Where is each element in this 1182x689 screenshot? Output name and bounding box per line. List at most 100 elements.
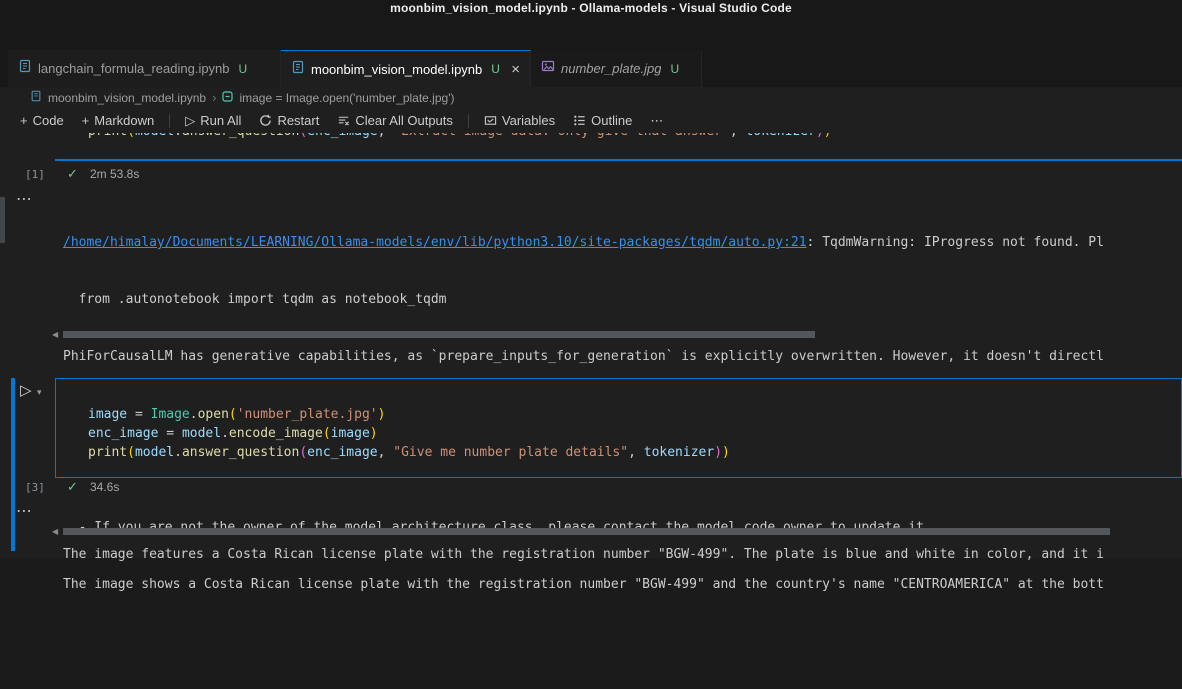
breadcrumb: moonbim_vision_model.ipynb › image = Ima… xyxy=(0,87,1182,108)
outline-icon xyxy=(573,114,586,127)
output-options-icon[interactable]: ⋯ xyxy=(16,192,33,208)
text-token: . xyxy=(221,426,229,441)
text-token: , xyxy=(730,133,746,139)
button-label: Variables xyxy=(502,113,555,128)
breadcrumb-symbol[interactable]: image = Image.open('number_plate.jpg') xyxy=(239,91,454,105)
text-token: The image features a Costa Rican license… xyxy=(63,547,1104,562)
restart-button[interactable]: Restart xyxy=(251,111,327,130)
run-all-button[interactable]: ▷ Run All xyxy=(177,111,249,130)
output-options-icon[interactable]: ⋯ xyxy=(16,504,33,520)
text-token: answer_question xyxy=(182,133,299,139)
text-token: enc_image xyxy=(88,426,158,441)
text-token: image xyxy=(331,426,370,441)
output-link[interactable]: /home/himalay/Documents/LEARNING/Ollama-… xyxy=(63,235,807,250)
chevron-right-icon: › xyxy=(212,90,216,105)
scroll-left-icon[interactable]: ◀ xyxy=(52,528,58,536)
output-line: from .autonotebook import tqdm as notebo… xyxy=(63,290,1104,309)
play-icon: ▷ xyxy=(185,114,195,127)
text-token: 'Extract image data: only give that answ… xyxy=(393,133,730,139)
git-untracked-badge: U xyxy=(491,62,500,76)
clear-all-outputs-button[interactable]: Clear All Outputs xyxy=(329,111,461,130)
text-token: ( xyxy=(323,426,331,441)
ellipsis-icon: ⋯ xyxy=(650,114,663,127)
chevron-down-icon[interactable]: ▾ xyxy=(37,388,42,397)
button-label: Outline xyxy=(591,113,632,128)
variables-button[interactable]: Variables xyxy=(476,111,563,130)
execution-duration: 34.6s xyxy=(90,480,119,494)
add-markdown-button[interactable]: + Markdown xyxy=(74,111,163,130)
add-code-button[interactable]: + Code xyxy=(12,111,72,130)
text-token: enc_image xyxy=(307,133,377,139)
output-line: /home/himalay/Documents/LEARNING/Ollama-… xyxy=(63,233,1104,252)
notebook-icon xyxy=(291,60,305,79)
more-actions-button[interactable]: ⋯ xyxy=(642,112,671,129)
text-token: ) xyxy=(824,133,832,139)
tab-langchain-formula-reading[interactable]: langchain_formula_reading.ipynb U xyxy=(8,50,281,87)
notebook-icon xyxy=(30,90,42,105)
text-token: encode_image xyxy=(229,426,323,441)
text-token: from .autonotebook import tqdm as notebo… xyxy=(63,292,447,307)
scrollbar-fragment[interactable] xyxy=(0,197,5,243)
plus-icon: + xyxy=(20,114,28,127)
text-token: print xyxy=(88,133,127,139)
breadcrumb-file[interactable]: moonbim_vision_model.ipynb xyxy=(48,91,206,105)
text-token: , xyxy=(378,445,394,460)
tab-label: langchain_formula_reading.ipynb xyxy=(38,61,230,76)
text-token: 'number_plate.jpg' xyxy=(237,407,378,422)
text-token: ) xyxy=(722,445,730,460)
text-token: PhiForCausalLM has generative capabiliti… xyxy=(63,349,1104,364)
git-untracked-badge: U xyxy=(239,62,248,76)
clear-all-icon xyxy=(337,114,350,127)
scrollbar-thumb[interactable] xyxy=(63,528,1110,535)
variables-icon xyxy=(484,114,497,127)
text-token: ) xyxy=(370,426,378,441)
text-token: . xyxy=(174,445,182,460)
close-icon[interactable]: × xyxy=(511,62,520,77)
text-token: enc_image xyxy=(307,445,377,460)
cell1-code-editor-clipped[interactable]: print(model.answer_question(enc_image, '… xyxy=(88,133,1182,159)
output-line: The image features a Costa Rican license… xyxy=(63,545,1104,564)
text-token: ( xyxy=(229,407,237,422)
notebook-toolbar: + Code + Markdown ▷ Run All Restart Clea… xyxy=(0,108,1182,133)
text-token: ) xyxy=(714,445,722,460)
tab-moonbim-vision-model[interactable]: moonbim_vision_model.ipynb U × xyxy=(281,50,531,87)
tab-label: moonbim_vision_model.ipynb xyxy=(311,62,482,77)
text-token: : TqdmWarning: IProgress not found. Pl xyxy=(807,235,1104,250)
plus-icon: + xyxy=(82,114,90,127)
tab-number-plate-jpg[interactable]: number_plate.jpg U xyxy=(531,50,702,87)
text-token: model xyxy=(182,426,221,441)
scrollbar-thumb[interactable] xyxy=(63,331,815,338)
button-label: Markdown xyxy=(94,113,154,128)
text-token: open xyxy=(198,407,229,422)
success-check-icon: ✓ xyxy=(67,479,78,495)
toolbar-divider xyxy=(468,114,469,128)
vscode-window: moonbim_vision_model.ipynb - Ollama-mode… xyxy=(0,0,1182,689)
run-cell-button[interactable]: ▷ xyxy=(20,383,32,398)
text-token: tokenizer xyxy=(644,445,714,460)
titlebar: moonbim_vision_model.ipynb - Ollama-mode… xyxy=(0,0,1182,16)
text-token: = xyxy=(158,426,181,441)
image-icon xyxy=(541,59,555,78)
text-token: ) xyxy=(816,133,824,139)
cell2-code-editor[interactable]: image = Image.open('number_plate.jpg') e… xyxy=(55,378,1182,478)
tab-bar: langchain_formula_reading.ipynb U moonbi… xyxy=(0,50,1182,87)
code-line: enc_image = model.encode_image(image) xyxy=(88,424,1181,443)
symbol-icon xyxy=(222,91,233,105)
toolbar-divider xyxy=(169,114,170,128)
text-token: . xyxy=(174,133,182,139)
text-token: , xyxy=(628,445,644,460)
code-line: print(model.answer_question(enc_image, '… xyxy=(88,133,1182,141)
outline-button[interactable]: Outline xyxy=(565,111,640,130)
scroll-left-icon[interactable]: ◀ xyxy=(52,331,58,339)
tab-label: number_plate.jpg xyxy=(561,61,661,76)
restart-icon xyxy=(259,114,272,127)
notebook-icon xyxy=(18,59,32,78)
cell1-focus-border xyxy=(55,159,1182,161)
text-token: model xyxy=(135,445,174,460)
text-token: answer_question xyxy=(182,445,299,460)
text-token: ( xyxy=(299,445,307,460)
text-token: = xyxy=(127,407,150,422)
code-line: print(model.answer_question(enc_image, "… xyxy=(88,443,1181,462)
execution-duration: 2m 53.8s xyxy=(90,167,139,181)
text-token: image xyxy=(88,407,127,422)
